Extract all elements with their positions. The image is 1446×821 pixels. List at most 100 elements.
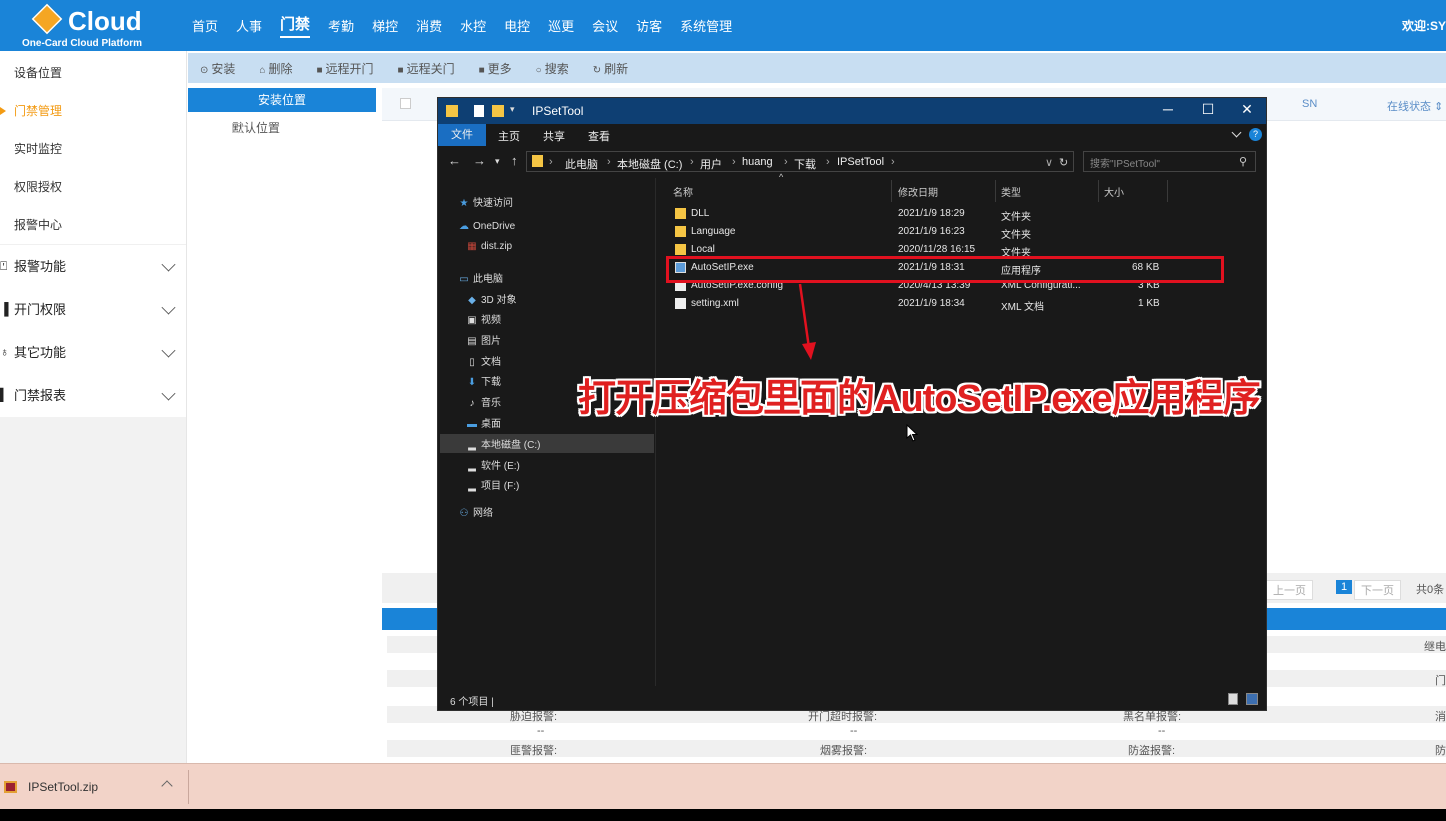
column-name[interactable]: 名称 bbox=[673, 184, 693, 199]
more-button[interactable]: ■ 更多 bbox=[479, 60, 512, 77]
column-sn[interactable]: SN bbox=[1302, 98, 1317, 110]
column-online-status[interactable]: 在线状态 ⇕ bbox=[1387, 98, 1443, 114]
nav-home[interactable]: 首页 bbox=[192, 16, 218, 35]
breadcrumb-downloads[interactable]: 下载 bbox=[794, 156, 816, 172]
address-dropdown-icon[interactable]: ∨ bbox=[1045, 156, 1053, 169]
forward-arrow-icon[interactable]: → bbox=[473, 153, 486, 168]
sidebar-group-other[interactable]: ♁ 其它功能 bbox=[0, 331, 186, 374]
nav-downloads[interactable]: ⬇ 下载 bbox=[466, 373, 501, 388]
nav-meeting[interactable]: 会议 bbox=[592, 16, 618, 35]
tab-view[interactable]: 查看 bbox=[588, 128, 610, 144]
xml-icon bbox=[675, 298, 686, 309]
sidebar-group-report[interactable]: ▍ 门禁报表 bbox=[0, 374, 186, 417]
refresh-icon[interactable]: ↻ bbox=[1059, 156, 1068, 169]
explorer-titlebar[interactable]: ▾ IPSetTool ─ ☐ ✕ bbox=[438, 98, 1266, 124]
tab-home[interactable]: 主页 bbox=[498, 128, 520, 144]
next-page-button[interactable]: 下一页 bbox=[1354, 580, 1401, 600]
nav-network[interactable]: ⚇ 网络 bbox=[458, 504, 493, 519]
quick-access-dropdown-icon[interactable]: ▾ bbox=[510, 104, 522, 116]
nav-documents[interactable]: ▯ 文档 bbox=[466, 353, 501, 368]
help-icon[interactable]: ? bbox=[1249, 128, 1262, 141]
recent-dropdown-icon[interactable]: ▾ bbox=[495, 156, 500, 167]
search-button[interactable]: ○ 搜索 bbox=[536, 60, 569, 77]
nav-system[interactable]: 系统管理 bbox=[680, 16, 732, 35]
sidebar-item-realtime-monitor[interactable]: 实时监控 bbox=[0, 130, 186, 168]
column-divider[interactable] bbox=[995, 180, 996, 202]
file-row[interactable]: Language 2021/1/9 16:23 文件夹 bbox=[657, 223, 1227, 241]
up-arrow-icon[interactable]: ↑ bbox=[511, 153, 518, 168]
download-file-name[interactable]: IPSetTool.zip bbox=[28, 780, 98, 794]
chevron-down-icon[interactable] bbox=[1231, 127, 1242, 138]
nav-power[interactable]: 电控 bbox=[504, 16, 530, 35]
tree-node-checkbox[interactable] bbox=[232, 123, 242, 133]
brand-logo[interactable]: Cloud One-Card Cloud Platform bbox=[22, 2, 162, 50]
sidebar-item-permission[interactable]: 权限授权 bbox=[0, 168, 186, 206]
sidebar-item-access-management[interactable]: 门禁管理 bbox=[0, 92, 186, 130]
nav-consumption[interactable]: 消费 bbox=[416, 16, 442, 35]
current-page-button[interactable]: 1 bbox=[1336, 580, 1353, 594]
chevron-down-icon bbox=[161, 300, 176, 315]
column-size[interactable]: 大小 bbox=[1104, 184, 1124, 199]
sidebar-item-alarm-center[interactable]: 报警中心 bbox=[0, 206, 186, 244]
nav-3d-objects[interactable]: ◆ 3D 对象 bbox=[466, 291, 516, 306]
file-row[interactable]: DLL 2021/1/9 18:29 文件夹 bbox=[657, 205, 1227, 223]
nav-patrol[interactable]: 巡更 bbox=[548, 16, 574, 35]
column-date[interactable]: 修改日期 bbox=[898, 184, 938, 199]
nav-pictures[interactable]: ▤ 图片 bbox=[466, 332, 501, 347]
column-divider[interactable] bbox=[1098, 180, 1099, 202]
sidebar-group-alarm[interactable]: ⍞ 报警功能 bbox=[0, 245, 186, 288]
nav-videos[interactable]: ▣ 视频 bbox=[466, 311, 501, 326]
install-button[interactable]: ⊙ 安装 bbox=[200, 60, 235, 77]
explorer-ribbon: 文件 主页 共享 查看 ? bbox=[438, 124, 1266, 146]
nav-elevator[interactable]: 梯控 bbox=[372, 16, 398, 35]
large-icons-view-icon[interactable] bbox=[1246, 693, 1258, 705]
explorer-search-input[interactable]: 搜索"IPSetTool" ⚲ bbox=[1083, 151, 1256, 172]
file-row[interactable]: setting.xml 2021/1/9 18:34 XML 文档 1 KB bbox=[657, 295, 1227, 313]
nav-visitor[interactable]: 访客 bbox=[636, 16, 662, 35]
nav-hr[interactable]: 人事 bbox=[236, 16, 262, 35]
nav-access-control[interactable]: 门禁 bbox=[280, 13, 311, 38]
sidebar-item-device-location[interactable]: 设备位置 bbox=[0, 54, 186, 92]
new-folder-icon[interactable] bbox=[492, 105, 504, 117]
remote-close-button[interactable]: ■ 远程关门 bbox=[398, 60, 455, 77]
nav-this-pc[interactable]: ▭ 此电脑 bbox=[458, 270, 503, 285]
tab-share[interactable]: 共享 bbox=[543, 128, 565, 144]
brand-name: Cloud bbox=[68, 6, 142, 36]
breadcrumb-this-pc[interactable]: 此电脑 bbox=[565, 156, 598, 172]
tab-file[interactable]: 文件 bbox=[438, 124, 486, 146]
refresh-button[interactable]: ↻ 刷新 bbox=[593, 60, 628, 77]
nav-drive-f[interactable]: ▂ 项目 (F:) bbox=[466, 477, 519, 492]
nav-onedrive[interactable]: ☁ OneDrive bbox=[458, 221, 515, 232]
breadcrumb-local-disk[interactable]: 本地磁盘 (C:) bbox=[617, 156, 682, 172]
sidebar-group-open-permission[interactable]: ▐ 开门权限 bbox=[0, 288, 186, 331]
details-view-icon[interactable] bbox=[1228, 693, 1238, 705]
remote-open-button[interactable]: ■ 远程开门 bbox=[316, 60, 373, 77]
nav-quick-access[interactable]: ★ 快速访问 bbox=[458, 194, 513, 209]
properties-icon[interactable] bbox=[474, 105, 484, 117]
tree-node-default[interactable]: 默认位置 bbox=[188, 118, 376, 138]
nav-water[interactable]: 水控 bbox=[460, 16, 486, 35]
nav-drive-e[interactable]: ▂ 软件 (E:) bbox=[466, 457, 520, 472]
delete-button[interactable]: ⌂ 删除 bbox=[259, 60, 292, 77]
chevron-up-icon[interactable] bbox=[161, 780, 173, 792]
nav-attendance[interactable]: 考勤 bbox=[328, 16, 354, 35]
prev-page-button[interactable]: 上一页 bbox=[1266, 580, 1313, 600]
welcome-text[interactable]: 欢迎:SY bbox=[1402, 17, 1446, 34]
column-divider[interactable] bbox=[1167, 180, 1168, 202]
maximize-icon[interactable]: ☐ bbox=[1193, 101, 1223, 118]
nav-local-disk-c[interactable]: ▂ 本地磁盘 (C:) bbox=[440, 434, 654, 453]
select-all-checkbox[interactable] bbox=[400, 98, 411, 109]
breadcrumb-users[interactable]: 用户 bbox=[700, 156, 722, 172]
breadcrumb-huang[interactable]: huang bbox=[742, 156, 773, 168]
nav-desktop[interactable]: ▬ 桌面 bbox=[466, 415, 501, 430]
nav-dist-zip[interactable]: ▦ dist.zip bbox=[466, 241, 512, 252]
column-divider[interactable] bbox=[891, 180, 892, 202]
back-arrow-icon[interactable]: ← bbox=[448, 153, 461, 168]
close-icon[interactable]: ✕ bbox=[1232, 101, 1262, 118]
drive-icon: ▂ bbox=[468, 461, 476, 472]
nav-music[interactable]: ♪ 音乐 bbox=[466, 394, 502, 409]
minimize-icon[interactable]: ─ bbox=[1153, 101, 1183, 117]
column-type[interactable]: 类型 bbox=[1001, 184, 1021, 199]
address-bar[interactable]: › 此电脑 › 本地磁盘 (C:) › 用户 › huang › 下载 › IP… bbox=[526, 151, 1074, 172]
breadcrumb-ipsettool[interactable]: IPSetTool bbox=[837, 156, 884, 168]
